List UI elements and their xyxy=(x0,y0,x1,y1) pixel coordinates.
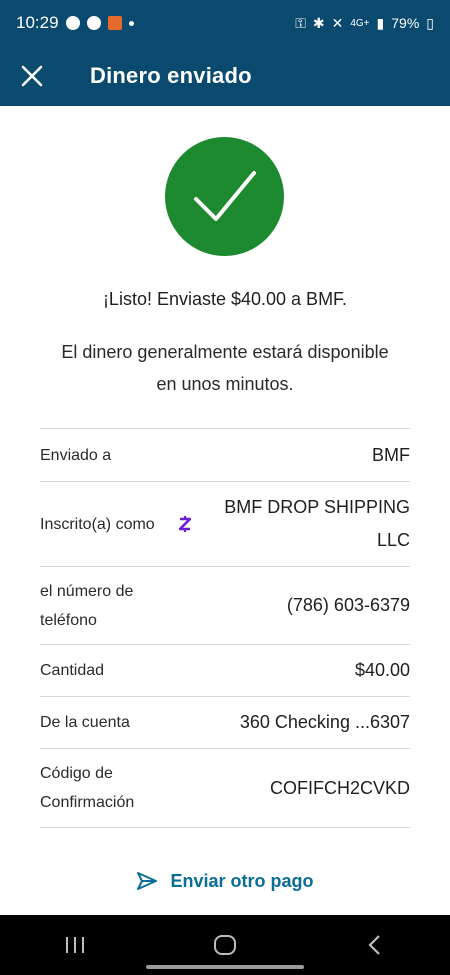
zelle-icon xyxy=(178,515,191,533)
gesture-handle[interactable] xyxy=(146,965,304,969)
more-notifications-icon xyxy=(128,20,134,26)
detail-label: el número de teléfono xyxy=(40,582,134,629)
signal-icon: ▮ xyxy=(376,14,385,31)
availability-note: El dinero generalmente estará disponible… xyxy=(61,342,389,394)
confirmation-message: ¡Listo! Enviaste $40.00 a BMF. xyxy=(102,289,348,309)
mute-icon: ✕ xyxy=(331,14,344,31)
status-bar: 10:29 ⚿ ✱ ✕ 4G+ ▮ 79% ▯ xyxy=(0,0,450,46)
detail-value: BMF DROP SHIPPING LLC xyxy=(224,497,410,550)
app-notification-icon xyxy=(65,16,80,30)
detail-value: BMF xyxy=(372,444,410,465)
close-icon xyxy=(21,65,43,87)
detail-row-enrolled-as: Inscrito(a) como BMF DROP SHIPPING LLC xyxy=(40,482,410,567)
battery-icon: ▯ xyxy=(426,14,434,31)
detail-label: De la cuenta xyxy=(40,714,130,731)
facebook-icon xyxy=(86,16,101,30)
detail-label-group: Inscrito(a) como xyxy=(40,510,191,539)
app-bar: Dinero enviado xyxy=(0,46,450,106)
detail-row-amount: Cantidad $40.00 xyxy=(40,645,410,697)
close-button[interactable] xyxy=(0,46,64,106)
detail-value: $40.00 xyxy=(354,660,410,680)
home-button[interactable] xyxy=(185,920,265,970)
send-another-payment-button[interactable]: Enviar otro pago xyxy=(0,866,450,896)
detail-value: COFIFCH2CVKD xyxy=(269,777,410,798)
status-time: 10:29 xyxy=(16,13,59,32)
recent-apps-button[interactable] xyxy=(35,920,115,970)
detail-row-sent-to: Enviado a BMF xyxy=(40,429,410,482)
transfer-details: Enviado a BMF Inscrito(a) como BMF DROP … xyxy=(40,428,410,828)
detail-value: (786) 603-6379 xyxy=(286,595,410,615)
checkmark-icon xyxy=(193,170,256,221)
back-icon xyxy=(368,935,380,955)
detail-row-phone: el número de teléfono (786) 603-6379 xyxy=(40,567,410,645)
status-bar-right: ⚿ ✱ ✕ 4G+ ▮ 79% ▯ xyxy=(295,15,434,32)
network-type: 4G+ xyxy=(350,17,370,29)
detail-label: Código de Confirmación xyxy=(40,765,135,811)
recent-apps-icon xyxy=(66,937,84,953)
send-another-label: Enviar otro pago xyxy=(170,870,314,891)
key-icon: ⚿ xyxy=(295,14,306,31)
shopping-app-icon xyxy=(107,16,122,30)
battery-level: 79% xyxy=(391,15,420,31)
detail-row-from-account: De la cuenta 360 Checking ...6307 xyxy=(40,697,410,749)
detail-label: Inscrito(a) como xyxy=(40,515,155,533)
status-bar-left: 10:29 xyxy=(16,13,134,33)
bluetooth-icon: ✱ xyxy=(312,14,325,31)
detail-row-confirmation-code: Código de Confirmación COFIFCH2CVKD xyxy=(40,749,410,828)
detail-label: Enviado a xyxy=(40,446,112,464)
back-button[interactable] xyxy=(335,920,415,970)
success-badge xyxy=(165,137,284,256)
page-title: Dinero enviado xyxy=(90,63,252,88)
send-icon xyxy=(137,872,158,890)
detail-label: Cantidad xyxy=(40,662,105,679)
detail-value: 360 Checking ...6307 xyxy=(239,712,410,732)
home-icon xyxy=(214,935,236,955)
